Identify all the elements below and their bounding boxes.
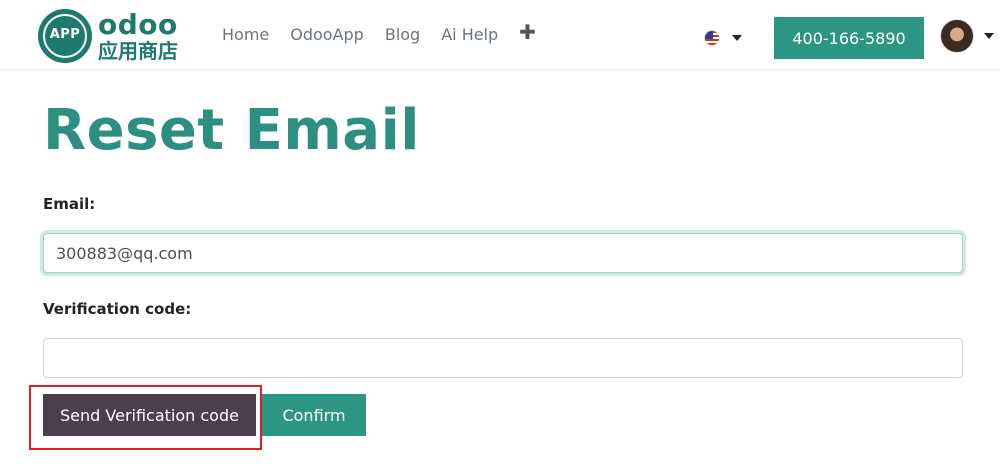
page-title: Reset Email: [43, 98, 420, 163]
us-flag-icon: [704, 30, 720, 46]
top-navbar: APP odoo 应用商店 Home OdooApp Blog Ai Help …: [0, 0, 1000, 70]
app-badge-icon: APP: [38, 9, 92, 63]
nav-blog[interactable]: Blog: [385, 25, 420, 44]
logo-word: odoo: [98, 8, 178, 41]
send-verification-code-button[interactable]: Send Verification code: [43, 394, 256, 436]
logo-subtitle: 应用商店: [98, 39, 178, 63]
verification-code-label: Verification code:: [43, 300, 192, 318]
verification-code-field[interactable]: [43, 338, 963, 378]
avatar: [940, 19, 974, 53]
user-menu[interactable]: [940, 19, 994, 53]
language-selector[interactable]: [704, 30, 742, 46]
plus-icon[interactable]: ✚: [519, 23, 536, 44]
email-label: Email:: [43, 195, 96, 213]
phone-button[interactable]: 400-166-5890: [774, 17, 924, 59]
main-nav: Home OdooApp Blog Ai Help ✚: [222, 23, 536, 44]
nav-ai-help[interactable]: Ai Help: [441, 25, 498, 44]
chevron-down-icon: [984, 33, 994, 39]
email-field[interactable]: [43, 233, 963, 273]
confirm-button[interactable]: Confirm: [262, 394, 366, 436]
chevron-down-icon: [732, 35, 742, 41]
logo[interactable]: APP odoo 应用商店: [38, 9, 178, 63]
logo-badge-text: APP: [49, 27, 81, 42]
nav-home[interactable]: Home: [222, 25, 269, 44]
nav-odooapp[interactable]: OdooApp: [290, 25, 364, 44]
